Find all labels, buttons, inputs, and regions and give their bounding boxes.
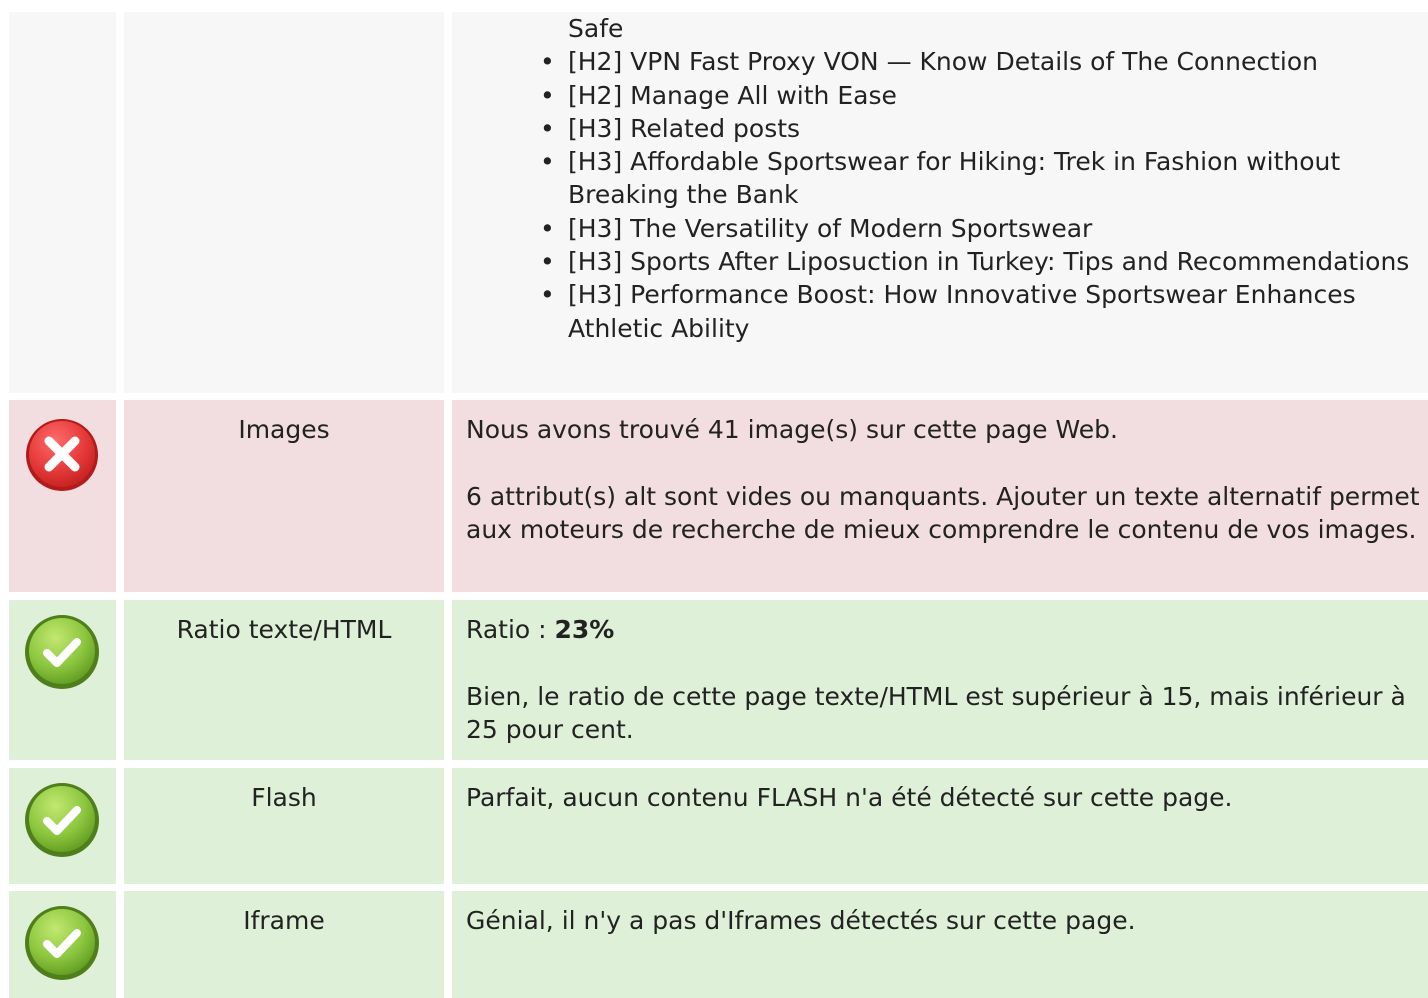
flash-label-cell: Flash	[124, 768, 444, 884]
success-check-icon	[25, 906, 99, 980]
ratio-prefix: Ratio :	[466, 615, 555, 644]
ratio-value: 23%	[554, 615, 615, 644]
images-found-text: Nous avons trouvé 41 image(s) sur cette …	[466, 415, 1118, 444]
bullet-icon: •	[540, 247, 555, 277]
heading-list-item: • [H2] VPN Fast Proxy VON — Know Details …	[540, 45, 1424, 78]
bullet-icon: •	[540, 80, 555, 110]
bullet-icon: •	[540, 113, 555, 143]
heading-text: [H3] Performance Boost: How Innovative S…	[568, 280, 1356, 343]
bullet-icon: •	[540, 280, 555, 310]
ratio-description: Bien, le ratio de cette page texte/HTML …	[466, 681, 1406, 745]
ratio-label-cell: Ratio texte/HTML	[124, 600, 444, 760]
headings-list: •Safe•[H2] VPN Fast Proxy VON — Know Det…	[540, 12, 1424, 345]
ratio-value-line: Ratio : 23%	[466, 613, 1428, 647]
iframe-icon-cell	[9, 891, 116, 998]
heading-text: [H3] Sports After Liposuction in Turkey:…	[568, 247, 1410, 277]
images-label: Images	[238, 415, 330, 444]
bullet-icon: •	[540, 213, 555, 243]
heading-text: [H3] The Versatility of Modern Sportswea…	[568, 213, 1093, 243]
bullet-icon: •	[540, 147, 555, 177]
flash-icon-cell	[9, 768, 116, 884]
heading-text: [H3] Affordable Sportswear for Hiking: T…	[568, 147, 1341, 210]
bullet-icon: •	[540, 47, 555, 77]
flash-description: Parfait, aucun contenu FLASH n'a été dét…	[466, 783, 1233, 812]
ratio-label: Ratio texte/HTML	[176, 615, 392, 644]
iframe-label-cell: Iframe	[124, 891, 444, 998]
success-check-icon	[25, 615, 99, 689]
flash-content-cell: Parfait, aucun contenu FLASH n'a été dét…	[452, 768, 1428, 884]
seo-report-table: •Safe•[H2] VPN Fast Proxy VON — Know Det…	[0, 0, 1428, 998]
headings-content-cell: •Safe•[H2] VPN Fast Proxy VON — Know Det…	[452, 12, 1428, 393]
images-alt-text: 6 attribut(s) alt sont vides ou manquant…	[466, 481, 1420, 545]
heading-list-item: • [H2] Manage All with Ease	[540, 79, 1424, 112]
images-icon-cell	[9, 400, 116, 592]
headings-label-cell	[124, 12, 444, 393]
flash-label: Flash	[251, 783, 317, 812]
heading-list-item: • [H3] Related posts	[540, 112, 1424, 145]
ratio-content-cell: Ratio : 23% Bien, le ratio de cette page…	[452, 600, 1428, 760]
error-x-icon	[26, 419, 98, 491]
iframe-row: Iframe Génial, il n'y a pas d'Iframes dé…	[0, 891, 1428, 998]
images-label-cell: Images	[124, 400, 444, 592]
headings-row: •Safe•[H2] VPN Fast Proxy VON — Know Det…	[0, 12, 1428, 393]
heading-list-item: • [H3] Sports After Liposuction in Turkey…	[540, 245, 1424, 278]
iframe-description: Génial, il n'y a pas d'Iframes détectés …	[466, 906, 1136, 935]
images-row: Images Nous avons trouvé 41 image(s) sur…	[0, 400, 1428, 592]
heading-text: [H3] Related posts	[568, 113, 801, 143]
heading-list-item: • [H3] Affordable Sportswear for Hiking: …	[540, 145, 1424, 212]
heading-list-item: • [H3] The Versatility of Modern Sportswe…	[540, 212, 1424, 245]
heading-list-item: • [H3] Performance Boost: How Innovative …	[540, 278, 1424, 345]
success-check-icon	[25, 783, 99, 857]
heading-text: [H2] VPN Fast Proxy VON — Know Details o…	[568, 47, 1319, 77]
heading-text: Safe	[568, 14, 624, 43]
headings-icon-cell	[9, 12, 116, 393]
ratio-row: Ratio texte/HTML Ratio : 23% Bien, le ra…	[0, 600, 1428, 760]
images-content-cell: Nous avons trouvé 41 image(s) sur cette …	[452, 400, 1428, 592]
heading-text: [H2] Manage All with Ease	[568, 80, 897, 110]
ratio-icon-cell	[9, 600, 116, 760]
iframe-content-cell: Génial, il n'y a pas d'Iframes détectés …	[452, 891, 1428, 998]
flash-row: Flash Parfait, aucun contenu FLASH n'a é…	[0, 768, 1428, 884]
heading-list-item: •Safe	[568, 12, 1424, 45]
iframe-label: Iframe	[243, 906, 325, 935]
